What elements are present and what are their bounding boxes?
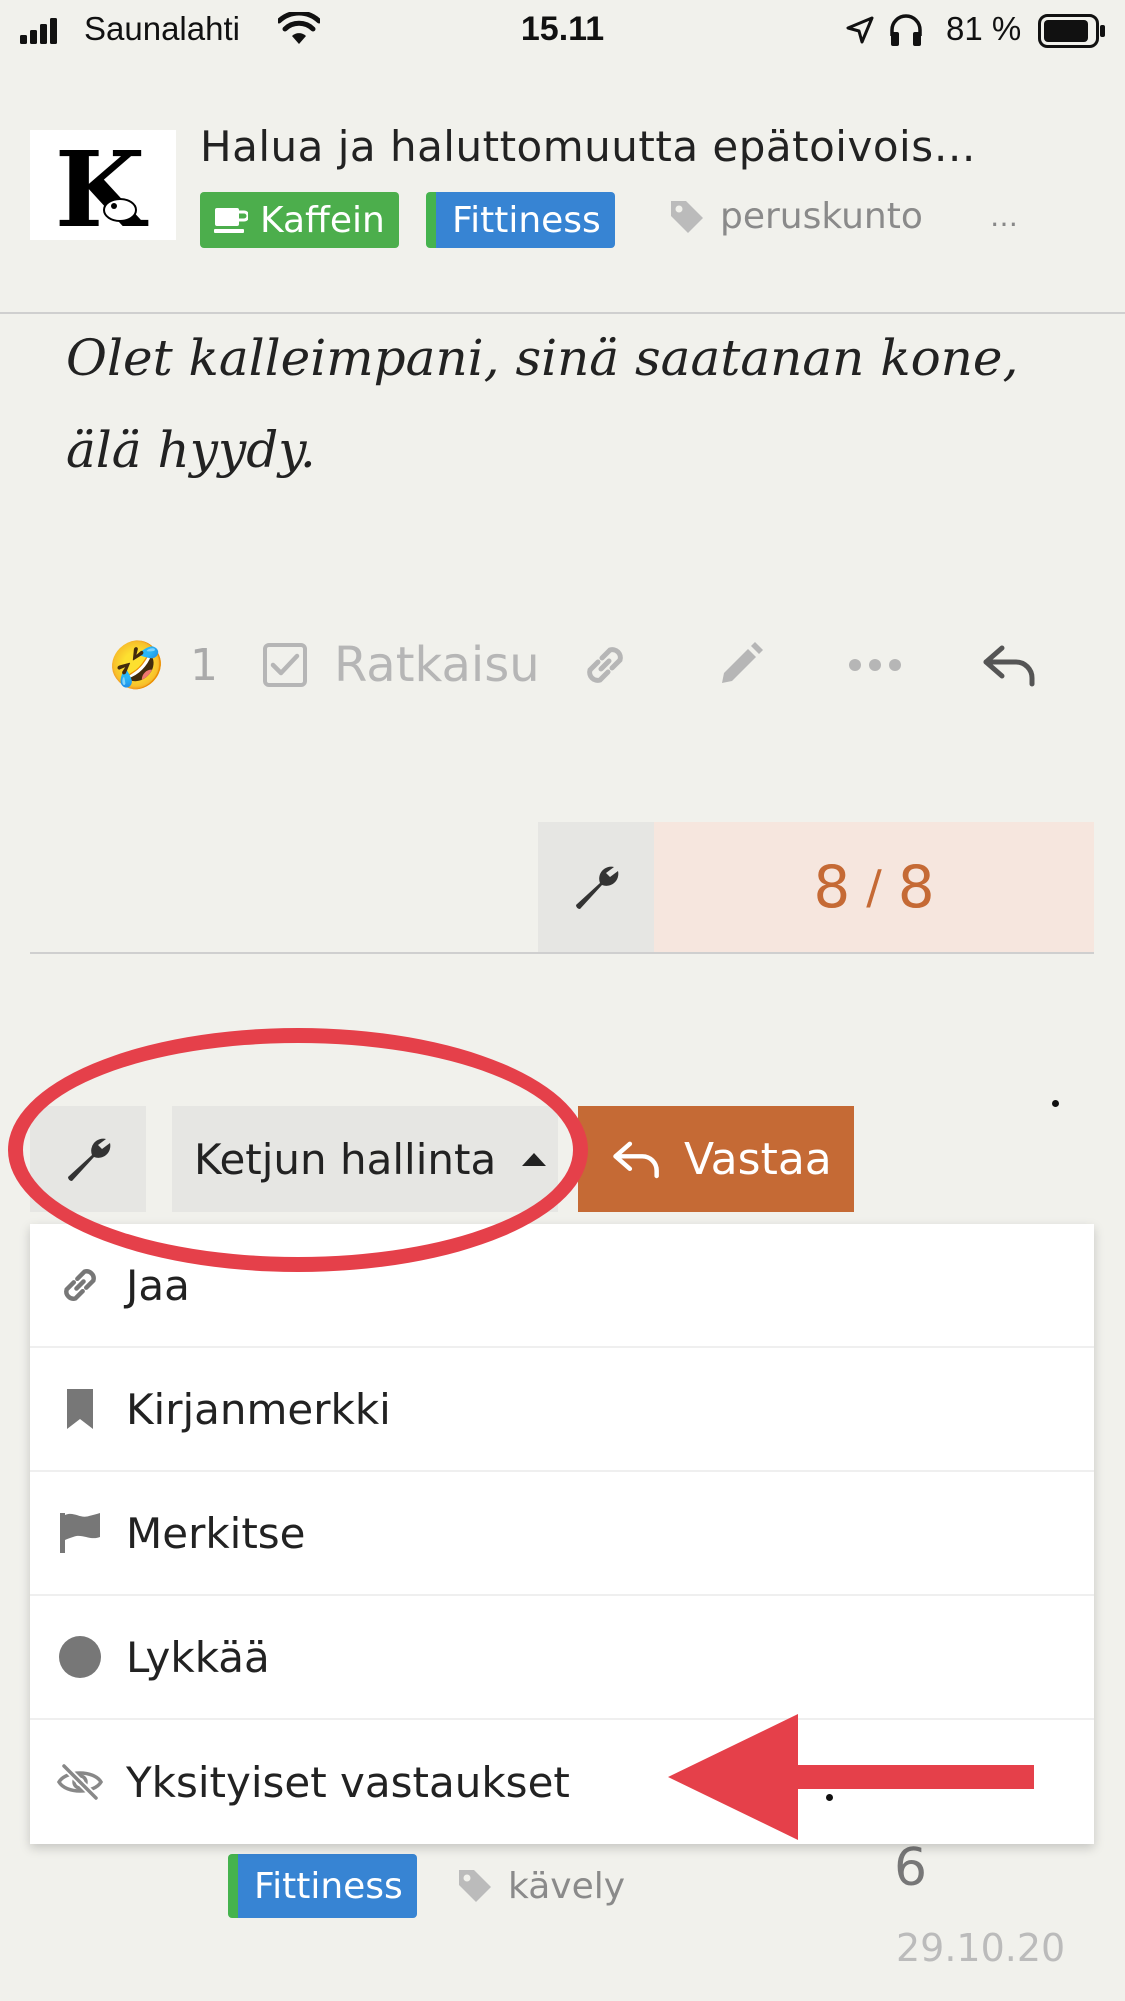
dropdown-item-label: Yksityiset vastaukset [126, 1757, 570, 1807]
battery-percentage: 81 % [946, 10, 1022, 47]
reply-button[interactable]: Vastaa [578, 1106, 854, 1212]
more-actions-button[interactable] [848, 620, 902, 710]
reaction-count[interactable]: 1 [190, 620, 218, 710]
battery-icon [1038, 14, 1105, 48]
bookmark-icon [67, 1389, 93, 1429]
annotation-arrow-icon [668, 1714, 1034, 1840]
edit-button[interactable] [714, 620, 766, 710]
status-bar: Saunalahti 15.11 81 % [0, 0, 1125, 62]
tag-label: kävely [508, 1865, 626, 1907]
suggested-tag[interactable]: kävely [456, 1854, 625, 1918]
location-icon [846, 16, 874, 44]
timeline-progress[interactable]: 8 / 8 [654, 822, 1094, 952]
tag-icon [459, 1870, 491, 1902]
flag-icon [60, 1513, 100, 1553]
wrench-icon [576, 866, 619, 909]
dropdown-item-flag[interactable]: Merkitse [30, 1472, 1094, 1596]
admin-wrench-button[interactable] [538, 822, 654, 952]
tag-label: peruskunto [720, 196, 923, 237]
ellipsis-icon [849, 659, 901, 671]
solution-button[interactable]: Ratkaisu [262, 620, 540, 710]
timeline-current: 8 [813, 853, 851, 921]
coffee-icon [214, 208, 248, 233]
copy-link-button[interactable] [578, 620, 632, 710]
timeline-divider [30, 952, 1094, 954]
link-icon [64, 1269, 96, 1301]
reply-post-button[interactable] [982, 620, 1038, 710]
suggested-reply-count: 6 [894, 1838, 928, 1898]
post-body-text: Olet kalleimpani, sinä saatanan kone, äl… [66, 329, 1019, 479]
dropdown-item-label: Merkitse [126, 1508, 306, 1558]
stray-dot [1052, 1100, 1059, 1107]
dropdown-item-label: Kirjanmerkki [126, 1384, 391, 1434]
tag-icon [671, 200, 703, 233]
reply-icon [983, 645, 1035, 687]
timeline-total: 8 [897, 853, 935, 921]
reply-icon [613, 1141, 659, 1179]
dropdown-item-label: Lykkää [126, 1632, 270, 1682]
category-badge-fittiness[interactable]: Fittiness [426, 192, 615, 248]
eye-slash-icon [56, 1762, 104, 1802]
solution-label: Ratkaisu [334, 637, 540, 693]
checkbox-icon [263, 643, 307, 687]
topic-title[interactable]: Halua ja haluttomuutta epätoivois… [200, 122, 1030, 171]
dropdown-item-label: Jaa [126, 1260, 190, 1310]
category-badge-kaffein[interactable]: Kaffein [200, 192, 399, 248]
more-tags-indicator[interactable]: … [990, 200, 1018, 233]
suggested-activity-date: 29.10.20 [896, 1926, 1066, 1970]
suggested-category-badge[interactable]: Fittiness [228, 1854, 417, 1918]
reply-label: Vastaa [684, 1133, 832, 1185]
site-logo[interactable]: K [30, 130, 176, 240]
timeline-separator: / [866, 860, 882, 914]
svg-text:K: K [55, 130, 149, 240]
annotation-highlight-ellipse [8, 1028, 588, 1272]
post-actions: 🤣 1 Ratkaisu [0, 620, 1125, 710]
tag-peruskunto[interactable]: peruskunto [668, 196, 923, 237]
circle-icon [59, 1636, 101, 1678]
dropdown-item-defer[interactable]: Lykkää [30, 1596, 1094, 1720]
pencil-icon [722, 642, 763, 683]
dropdown-item-bookmark[interactable]: Kirjanmerkki [30, 1348, 1094, 1472]
category-label: Fittiness [254, 1865, 403, 1907]
category-label: Kaffein [260, 199, 385, 241]
link-icon [587, 647, 623, 683]
headphones-icon [890, 14, 922, 46]
reaction-emoji[interactable]: 🤣 [108, 620, 165, 710]
category-label: Fittiness [452, 199, 601, 241]
